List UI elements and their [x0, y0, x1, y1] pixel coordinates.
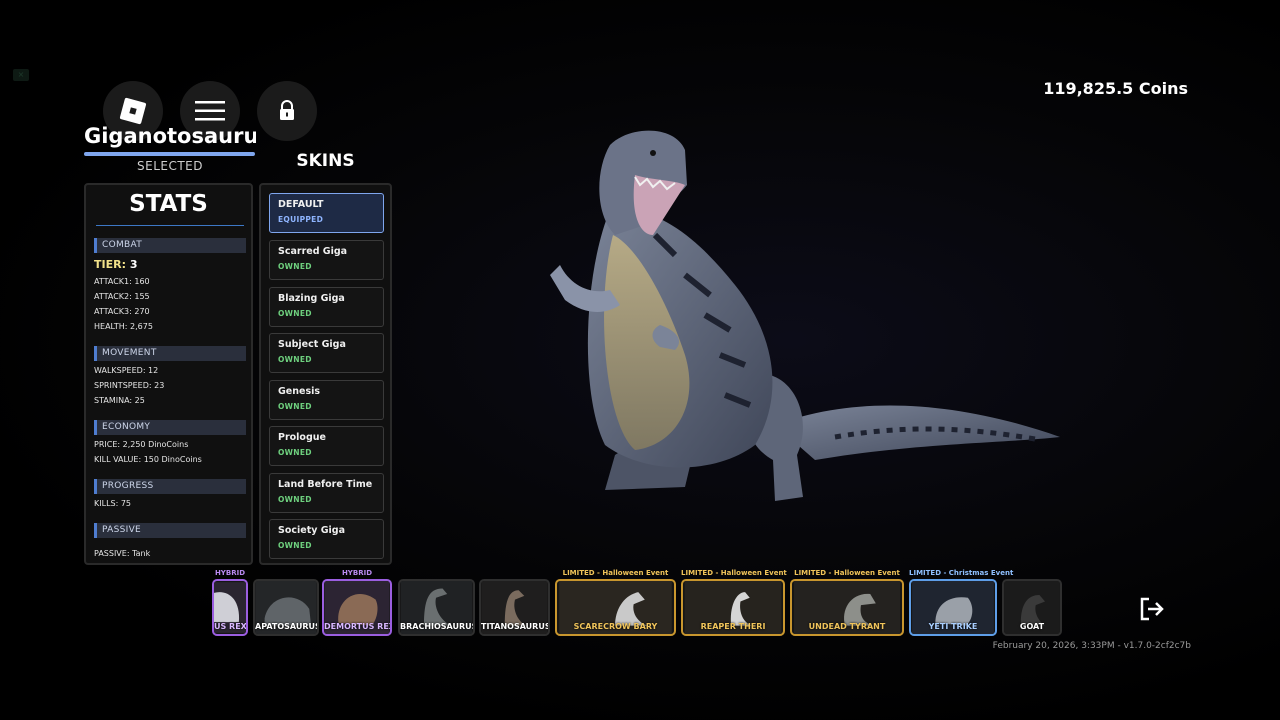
- creature-status: SELECTED: [137, 159, 203, 173]
- build-info: February 20, 2026, 3:33PM - v1.7.0-2cf2c…: [992, 641, 1191, 651]
- lock-icon: [280, 100, 294, 120]
- kill-value-stat: KILL VALUE: 150 DinoCoins: [94, 455, 202, 464]
- close-icon[interactable]: ×: [13, 69, 29, 81]
- leave-game-icon: [1140, 597, 1164, 621]
- skin-status: OWNED: [278, 262, 312, 271]
- skin-name: DEFAULT: [278, 199, 324, 210]
- card-tag: LIMITED - Halloween Event: [681, 569, 787, 577]
- card-tag: LIMITED - Halloween Event: [794, 569, 900, 577]
- creature-card[interactable]: SCARECROW BARY: [555, 579, 676, 636]
- stats-divider: [96, 225, 244, 226]
- skin-item[interactable]: Subject Giga OWNED: [269, 333, 384, 373]
- stats-panel: STATS COMBAT TIER: 3 ATTACK1: 160 ATTACK…: [84, 183, 253, 565]
- roblox-logo-icon: [119, 97, 147, 125]
- stats-heading: STATS: [129, 191, 208, 217]
- card-name: YETI TRIKE: [928, 622, 978, 631]
- card-tag: LIMITED - Halloween Event: [562, 569, 669, 577]
- card-name: BRACHIOSAURUS: [400, 622, 475, 631]
- skin-item[interactable]: Land Before Time OWNED: [269, 473, 384, 513]
- skin-name: Society Giga: [278, 525, 346, 536]
- skin-name: Subject Giga: [278, 339, 346, 350]
- stamina-stat: STAMINA: 25: [94, 396, 145, 405]
- card-name: GOAT: [1019, 622, 1045, 631]
- skin-item[interactable]: Scarred Giga OWNED: [269, 240, 384, 280]
- skin-status: OWNED: [278, 495, 312, 504]
- progress-header: PROGRESS: [94, 479, 246, 494]
- skin-item[interactable]: Blazing Giga OWNED: [269, 287, 384, 327]
- skin-status: OWNED: [278, 541, 312, 550]
- creature-card[interactable]: GOAT: [1002, 579, 1062, 636]
- creature-card[interactable]: US REX: [212, 579, 248, 636]
- card-tag: LIMITED - Christmas Event: [909, 569, 1014, 577]
- creature-card[interactable]: DEMORTUS REX: [322, 579, 392, 636]
- skin-name: Prologue: [278, 432, 326, 443]
- lock-button[interactable]: [257, 81, 317, 141]
- creature-card[interactable]: BRACHIOSAURUS: [398, 579, 475, 636]
- movement-header: MOVEMENT: [94, 346, 246, 361]
- kills-stat: KILLS: 75: [94, 499, 132, 508]
- skin-name: Scarred Giga: [278, 246, 348, 257]
- skin-name: Genesis: [278, 386, 321, 397]
- economy-header: ECONOMY: [94, 420, 246, 435]
- skins-heading: SKINS: [296, 151, 355, 171]
- skin-name: Land Before Time: [278, 479, 373, 490]
- giganotosaurus-model[interactable]: [535, 125, 1065, 510]
- skin-item[interactable]: Society Giga OWNED: [269, 519, 384, 559]
- skin-status: EQUIPPED: [278, 215, 324, 224]
- hamburger-menu-icon: [195, 101, 225, 121]
- attack1-stat: ATTACK1: 160: [94, 277, 150, 286]
- title-underline: [84, 152, 255, 156]
- health-stat: HEALTH: 2,675: [94, 322, 153, 331]
- skin-status: OWNED: [278, 448, 312, 457]
- skin-status: OWNED: [278, 355, 312, 364]
- attack3-stat: ATTACK3: 270: [94, 307, 150, 316]
- creature-card[interactable]: APATOSAURUS: [253, 579, 319, 636]
- skin-item[interactable]: Prologue OWNED: [269, 426, 384, 466]
- walkspeed-stat: WALKSPEED: 12: [94, 366, 159, 375]
- card-tag: HYBRID: [341, 569, 373, 577]
- skin-item[interactable]: DEFAULT EQUIPPED: [269, 193, 384, 233]
- card-name: REAPER THERI: [700, 622, 766, 631]
- creature-card[interactable]: UNDEAD TYRANT: [790, 579, 904, 636]
- coins-balance: 119,825.5 Coins: [1043, 79, 1188, 98]
- card-name: SCARECROW BARY: [573, 622, 658, 631]
- tier-value: 3: [129, 258, 138, 271]
- passive-stat: PASSIVE: Tank: [94, 549, 151, 558]
- card-name: UNDEAD TYRANT: [808, 622, 886, 631]
- creature-card[interactable]: YETI TRIKE: [909, 579, 997, 636]
- skin-status: OWNED: [278, 402, 312, 411]
- card-name: TITANOSAURUS: [481, 622, 550, 631]
- sprintspeed-stat: SPRINTSPEED: 23: [94, 381, 165, 390]
- leave-button[interactable]: [1134, 591, 1170, 627]
- skin-status: OWNED: [278, 309, 312, 318]
- passive-header: PASSIVE: [94, 523, 246, 538]
- card-name: US REX: [214, 622, 247, 631]
- attack2-stat: ATTACK2: 155: [94, 292, 150, 301]
- creature-carousel[interactable]: HYBRID US REX APATOSAURUS HYBRID DEMORTU…: [212, 565, 1072, 640]
- creature-card[interactable]: TITANOSAURUS: [479, 579, 550, 636]
- card-tag: HYBRID: [214, 569, 246, 577]
- card-name: APATOSAURUS: [255, 622, 319, 631]
- creature-card[interactable]: REAPER THERI: [681, 579, 785, 636]
- creature-name: Giganotosaurus: [84, 124, 256, 148]
- skin-item[interactable]: Genesis OWNED: [269, 380, 384, 420]
- tier-label: TIER:: [94, 258, 126, 271]
- tier-stat: TIER: 3: [94, 258, 137, 271]
- skin-name: Blazing Giga: [278, 293, 345, 304]
- card-name: DEMORTUS REX: [324, 622, 392, 631]
- skins-panel: DEFAULT EQUIPPED Scarred Giga OWNED Blazin…: [259, 183, 392, 565]
- price-stat: PRICE: 2,250 DinoCoins: [94, 440, 189, 449]
- combat-header: COMBAT: [94, 238, 246, 253]
